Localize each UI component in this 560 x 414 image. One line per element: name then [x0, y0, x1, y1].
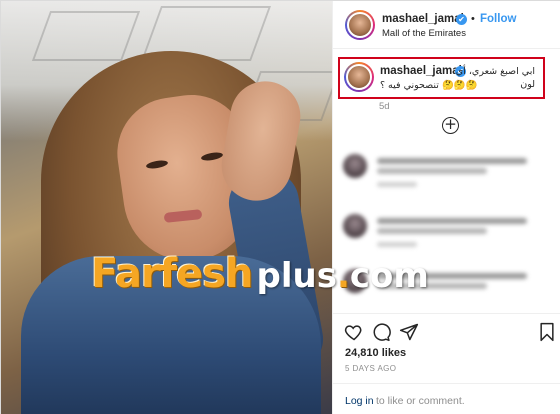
likes-count[interactable]: 24,810 likes	[345, 347, 406, 359]
caption-highlight-box: mashael_jamal ✔ ابي اصبغ شعري، أي لون 🤔🤔…	[338, 57, 545, 99]
watermark-main: Farfesh	[91, 251, 254, 297]
verified-badge-icon: ✔	[456, 14, 467, 25]
watermark-plus: plus	[256, 256, 337, 296]
caption-time: 5d	[379, 101, 390, 112]
watermark-dot: .	[336, 256, 350, 296]
caption-username-link[interactable]: mashael_jamal	[380, 65, 462, 77]
caption-avatar[interactable]	[344, 62, 374, 92]
watermark-com: com	[349, 256, 429, 296]
site-watermark: Farfesh plus . com	[91, 251, 429, 301]
glass-panel	[31, 11, 141, 61]
post-side-panel: mashael_jamal ✔ • Follow Mall of the Emi…	[332, 1, 560, 414]
location-link[interactable]: Mall of the Emirates	[382, 28, 466, 39]
action-bar	[333, 313, 560, 349]
post-photo[interactable]	[1, 1, 332, 414]
list-item	[343, 154, 553, 194]
username-link[interactable]: mashael_jamal	[382, 13, 464, 25]
comment-icon[interactable]	[371, 322, 391, 342]
bookmark-icon[interactable]	[537, 322, 557, 342]
post-header: mashael_jamal ✔ • Follow Mall of the Emi…	[333, 1, 560, 49]
avatar[interactable]	[345, 10, 375, 40]
follow-button[interactable]: Follow	[480, 13, 516, 25]
share-icon[interactable]	[399, 322, 419, 342]
list-item	[343, 214, 553, 254]
load-more-comments-icon[interactable]: +	[442, 117, 459, 134]
login-footer: Log in to like or comment.	[333, 383, 560, 414]
instagram-post-embed: Farfesh plus . com mashael_jamal ✔ • Fol…	[0, 0, 560, 414]
login-link[interactable]: Log in	[345, 395, 374, 407]
post-timestamp[interactable]: 5 DAYS AGO	[345, 364, 396, 373]
caption-text-line2: 🤔🤔🤔 تنصحوني فيه ؟	[380, 80, 478, 91]
heart-icon[interactable]	[344, 322, 364, 342]
login-prompt-text: to like or comment.	[376, 395, 465, 407]
separator-dot: •	[471, 13, 475, 25]
